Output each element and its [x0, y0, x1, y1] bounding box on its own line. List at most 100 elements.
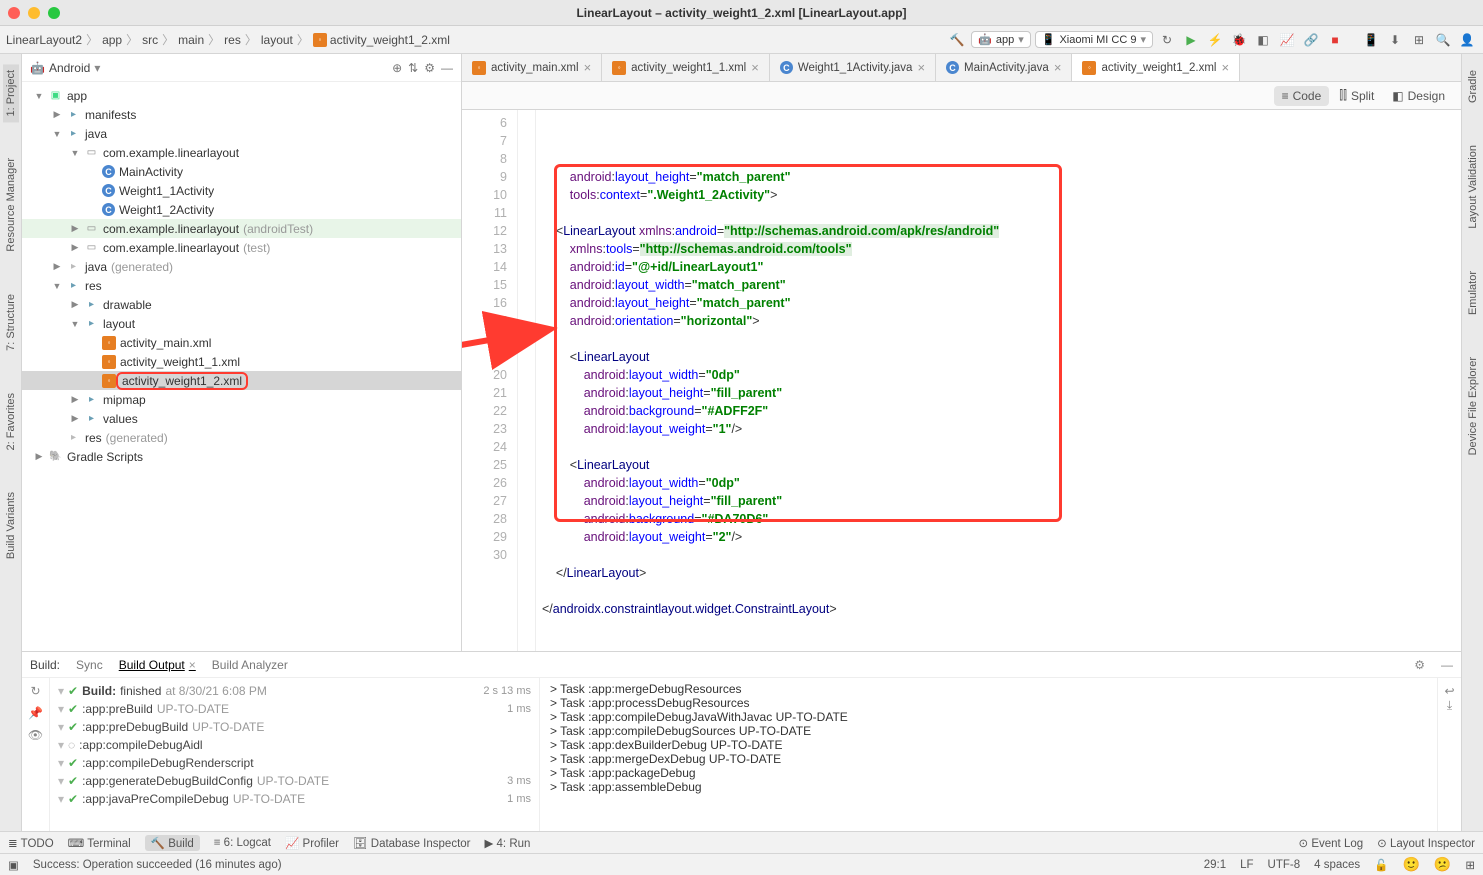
feedback-sad-icon[interactable]: 😕 [1434, 856, 1451, 873]
tree-row[interactable]: ▶🐘Gradle Scripts [22, 447, 461, 466]
editor-tab[interactable]: ◦activity_weight1_2.xml× [1072, 54, 1240, 81]
pin-button[interactable]: 📌 [28, 706, 43, 720]
sdk-manager-button[interactable]: ⬇ [1385, 30, 1405, 50]
breadcrumb-item[interactable]: app [102, 33, 122, 47]
design-view-button[interactable]: ◧ Design [1384, 86, 1453, 106]
build-button[interactable]: 🔨 [947, 30, 967, 50]
tree-row[interactable]: ◦activity_main.xml [22, 333, 461, 352]
line-separator[interactable]: LF [1240, 859, 1253, 871]
close-tab-icon[interactable]: × [751, 60, 759, 75]
close-tab-icon[interactable]: × [917, 60, 925, 75]
editor-tab[interactable]: ◦activity_weight1_1.xml× [602, 54, 770, 81]
tool-window-button[interactable]: 🗄 Database Inspector [353, 836, 471, 850]
tree-row[interactable]: CMainActivity [22, 162, 461, 181]
tool-window-button[interactable]: ≣ TODO [8, 836, 54, 850]
breadcrumb-item[interactable]: main [178, 33, 204, 47]
tool-window-button[interactable]: ▶ 4: Run [485, 836, 531, 850]
tree-row[interactable]: ▶▸manifests [22, 105, 461, 124]
profiler-button[interactable]: 📈 [1277, 30, 1297, 50]
structure-button[interactable]: ⊞ [1409, 30, 1429, 50]
debug-button[interactable]: 🐞 [1229, 30, 1249, 50]
expand-all-button[interactable]: ⇅ [408, 61, 418, 75]
tool-tab[interactable]: 1: Project [3, 64, 19, 122]
tree-row[interactable]: CWeight1_1Activity [22, 181, 461, 200]
encoding[interactable]: UTF-8 [1268, 859, 1301, 871]
user-button[interactable]: 👤 [1457, 30, 1477, 50]
tool-window-button[interactable]: 🔨 Build [145, 835, 200, 851]
build-hide-button[interactable]: — [1441, 658, 1453, 672]
tree-row[interactable]: ▸res (generated) [22, 428, 461, 447]
build-console[interactable]: > Task :app:mergeDebugResources> Task :a… [540, 678, 1437, 831]
feedback-happy-icon[interactable]: 🙂 [1402, 856, 1419, 873]
tree-row[interactable]: ▶▭com.example.linearlayout (androidTest) [22, 219, 461, 238]
tool-tab[interactable]: Build Variants [3, 486, 19, 565]
tool-tab[interactable]: Resource Manager [3, 152, 19, 258]
editor-tab[interactable]: ◦activity_main.xml× [462, 54, 602, 81]
tree-row[interactable]: ▼▸layout [22, 314, 461, 333]
tool-window-button[interactable]: ⌨ Terminal [68, 836, 131, 850]
editor-tab[interactable]: CMainActivity.java× [936, 54, 1072, 81]
status-icon[interactable]: ▣ [8, 858, 19, 872]
tree-row[interactable]: ▶▸drawable [22, 295, 461, 314]
close-window-button[interactable] [8, 7, 20, 19]
breadcrumb-item[interactable]: layout [261, 33, 293, 47]
indent[interactable]: 4 spaces [1314, 859, 1360, 871]
cursor-position[interactable]: 29:1 [1204, 859, 1226, 871]
breadcrumb-item[interactable]: res [224, 33, 241, 47]
memory-indicator-icon[interactable]: ⊞ [1465, 858, 1475, 872]
build-task-row[interactable]: ▾✔:app:preBuild UP-TO-DATE1 ms [58, 700, 531, 718]
tool-tab[interactable]: Layout Validation [1465, 139, 1481, 235]
tree-row[interactable]: ▶▸java (generated) [22, 257, 461, 276]
code-view-button[interactable]: ≡ Code [1274, 86, 1330, 106]
build-task-row[interactable]: ▾✔Build: finished at 8/30/21 6:08 PM2 s … [58, 682, 531, 700]
rerun-button[interactable]: ↻ [30, 684, 40, 698]
tree-row[interactable]: ◦activity_weight1_2.xml [22, 371, 461, 390]
device-selector[interactable]: 📱 Xiaomi MI CC 9 ▾ [1035, 31, 1153, 48]
tool-tab[interactable]: 2: Favorites [3, 387, 19, 456]
tool-tab[interactable]: 7: Structure [3, 288, 19, 357]
stop-button[interactable]: ■ [1325, 30, 1345, 50]
tool-tab[interactable]: Gradle [1465, 64, 1481, 109]
build-task-row[interactable]: ▾✔:app:generateDebugBuildConfig UP-TO-DA… [58, 772, 531, 790]
build-settings-button[interactable]: ⚙ [1414, 658, 1425, 672]
settings-button[interactable]: ⚙ [424, 61, 435, 75]
tree-row[interactable]: ▼▣app [22, 86, 461, 105]
tree-row[interactable]: ▼▸res [22, 276, 461, 295]
build-task-row[interactable]: ▾✔:app:preDebugBuild UP-TO-DATE [58, 718, 531, 736]
hide-button[interactable]: — [441, 61, 453, 75]
tree-row[interactable]: CWeight1_2Activity [22, 200, 461, 219]
attach-debugger-button[interactable]: 🔗 [1301, 30, 1321, 50]
split-view-button[interactable]: ⫿⫿ Split [1331, 85, 1382, 106]
tool-window-button[interactable]: 📈 Profiler [285, 836, 339, 850]
minimize-window-button[interactable] [28, 7, 40, 19]
tree-row[interactable]: ◦activity_weight1_1.xml [22, 352, 461, 371]
tree-row[interactable]: ▶▸mipmap [22, 390, 461, 409]
locate-button[interactable]: ⊕ [392, 61, 402, 75]
sync-button[interactable]: ↻ [1157, 30, 1177, 50]
apply-changes-button[interactable]: ⚡ [1205, 30, 1225, 50]
build-task-tree[interactable]: ▾✔Build: finished at 8/30/21 6:08 PM2 s … [50, 678, 540, 831]
build-task-row[interactable]: ▾✔:app:compileDebugRenderscript [58, 754, 531, 772]
build-task-row[interactable]: ▾✔:app:javaPreCompileDebug UP-TO-DATE1 m… [58, 790, 531, 808]
build-tab-output[interactable]: Build Output × [119, 658, 196, 672]
breadcrumb-item[interactable]: LinearLayout2 [6, 33, 82, 47]
close-tab-icon[interactable]: × [584, 60, 592, 75]
breadcrumb-item[interactable]: src [142, 33, 158, 47]
tree-row[interactable]: ▼▸java [22, 124, 461, 143]
project-view-selector[interactable]: 🤖 Android ▾ [30, 61, 100, 75]
search-button[interactable]: 🔍 [1433, 30, 1453, 50]
tree-row[interactable]: ▼▭com.example.linearlayout [22, 143, 461, 162]
breadcrumb-item[interactable]: ◦activity_weight1_2.xml [313, 33, 450, 47]
tool-tab[interactable]: Device File Explorer [1465, 351, 1481, 461]
zoom-window-button[interactable] [48, 7, 60, 19]
soft-wrap-button[interactable]: ↩ [1444, 684, 1454, 698]
coverage-button[interactable]: ◧ [1253, 30, 1273, 50]
tree-row[interactable]: ▶▸values [22, 409, 461, 428]
close-tab-icon[interactable]: × [1054, 60, 1062, 75]
tool-window-button[interactable]: ⊙ Event Log [1299, 836, 1364, 850]
tool-window-button[interactable]: ≡ 6: Logcat [214, 837, 271, 849]
run-button[interactable]: ▶ [1181, 30, 1201, 50]
build-tab-analyzer[interactable]: Build Analyzer [212, 658, 288, 672]
build-task-row[interactable]: ▾◌:app:compileDebugAidl [58, 736, 531, 754]
tree-row[interactable]: ▶▭com.example.linearlayout (test) [22, 238, 461, 257]
